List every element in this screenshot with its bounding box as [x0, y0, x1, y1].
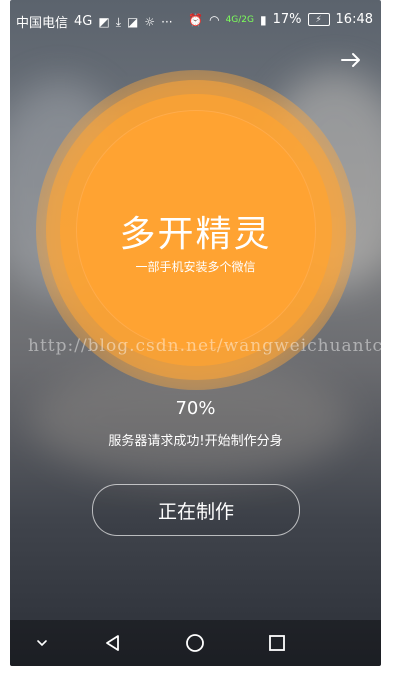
notification-icon: ◪ [127, 14, 139, 29]
signal-icon: 4G/2G [225, 14, 255, 25]
recent-apps-icon[interactable] [267, 633, 287, 653]
nav-bar [10, 620, 381, 666]
hero-subtitle: 一部手机安装多个微信 [135, 260, 256, 274]
battery-percent: 17% [272, 12, 302, 27]
watermark: http://blog.csdn.net/wangweichuantcy [28, 336, 381, 356]
battery-icon: ⚡ [307, 13, 330, 26]
network-label: 4G [74, 14, 93, 29]
clock: 16:48 [335, 12, 373, 27]
more-icon: ··· [161, 14, 173, 29]
making-button[interactable]: 正在制作 [92, 484, 300, 536]
progress-message: 服务器请求成功!开始制作分身 [108, 434, 283, 449]
wifi-icon: ◠ [209, 12, 220, 27]
status-bar: 中国电信 4G ◩ ⤓ ◪ ☼ ··· ⏰ ◠ 4G/2G ▮ 17% ⚡ 16… [10, 0, 381, 40]
sim-icon: ◩ [98, 14, 110, 29]
download-icon: ⤓ [115, 14, 122, 29]
weibo-icon: ☼ [144, 14, 156, 29]
alarm-icon: ⏰ [188, 12, 204, 27]
back-icon[interactable] [103, 633, 123, 653]
making-button-label: 正在制作 [157, 500, 234, 523]
app-screen: 中国电信 4G ◩ ⤓ ◪ ☼ ··· ⏰ ◠ 4G/2G ▮ 17% ⚡ 16… [10, 0, 381, 666]
home-icon[interactable] [185, 633, 205, 653]
carrier-label: 中国电信 [16, 16, 69, 31]
progress-percent: 70% [175, 398, 216, 419]
hero-title: 多开精灵 [119, 214, 272, 255]
chevron-down-icon[interactable] [32, 633, 52, 653]
sdcard-icon: ▮ [260, 12, 267, 27]
arrow-right-icon[interactable] [339, 48, 363, 72]
